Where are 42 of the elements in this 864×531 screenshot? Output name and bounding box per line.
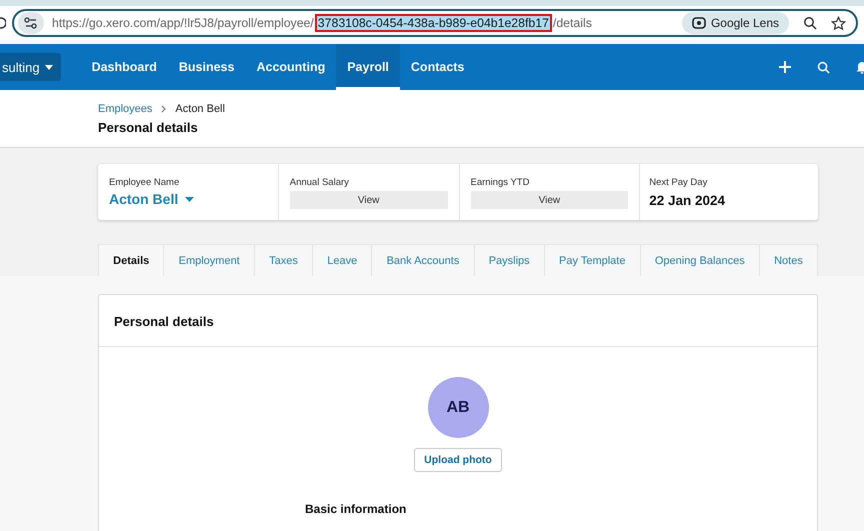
employee-name-dropdown[interactable]: Acton Bell <box>109 191 194 207</box>
summary-label: Earnings YTD <box>470 177 530 188</box>
section-title: Basic information <box>305 502 406 516</box>
summary-label: Employee Name <box>109 177 180 188</box>
nav-tab[interactable]: Contacts <box>400 44 476 90</box>
nav-tab[interactable]: Dashboard <box>80 44 168 90</box>
tab[interactable]: Leave <box>312 244 372 276</box>
camera-icon <box>692 16 706 30</box>
chevron-icon <box>161 105 166 113</box>
nav-tab[interactable]: Business <box>168 44 246 90</box>
search-icon[interactable] <box>817 60 830 74</box>
nav-tab[interactable]: Payroll <box>336 44 400 90</box>
zoom-icon[interactable] <box>803 16 817 30</box>
avatar: AB <box>428 377 488 438</box>
page-title: Personal details <box>98 120 199 135</box>
breadcrumb-link[interactable]: Employees <box>98 103 152 115</box>
tab[interactable]: Opening Balances <box>640 244 760 276</box>
organisation-switcher[interactable]: sulting <box>0 53 61 81</box>
tab[interactable]: Payslips <box>474 244 545 276</box>
tab[interactable]: Notes <box>758 244 818 276</box>
upload-photo-button[interactable]: Upload photo <box>414 448 502 472</box>
google-lens-button[interactable]: Google Lens <box>682 12 789 34</box>
summary-label: Next Pay Day <box>649 177 708 188</box>
summary-value: 22 Jan 2024 <box>649 193 726 208</box>
tab[interactable]: Bank Accounts <box>371 244 475 276</box>
breadcrumb-current: Acton Bell <box>175 103 225 115</box>
view-button[interactable]: View <box>470 191 628 209</box>
tab[interactable]: Details <box>98 244 164 276</box>
site-settings-icon[interactable] <box>18 12 44 34</box>
url-text[interactable]: https://go.xero.com/app/!lr5J8/payroll/employee/ 3783108c-0454-438a-b989-e04b1e28fb17 /details <box>52 16 674 30</box>
caret-icon <box>44 64 53 70</box>
star-icon[interactable] <box>831 16 846 30</box>
tab[interactable]: Employment <box>163 244 255 276</box>
address-bar[interactable]: https://go.xero.com/app/!lr5J8/payroll/employee/ 3783108c-0454-438a-b989-e04b1e28fb17 /details Google Lens <box>12 9 858 37</box>
tab[interactable]: Pay Template <box>544 244 641 276</box>
view-button[interactable]: View <box>290 191 448 209</box>
plus-icon[interactable] <box>779 61 791 73</box>
tab[interactable]: Taxes <box>254 244 314 276</box>
nav-tab[interactable]: Accounting <box>245 44 336 90</box>
summary-label: Annual Salary <box>290 177 350 188</box>
card-title: Personal details <box>99 295 817 347</box>
caret-icon <box>185 196 194 202</box>
